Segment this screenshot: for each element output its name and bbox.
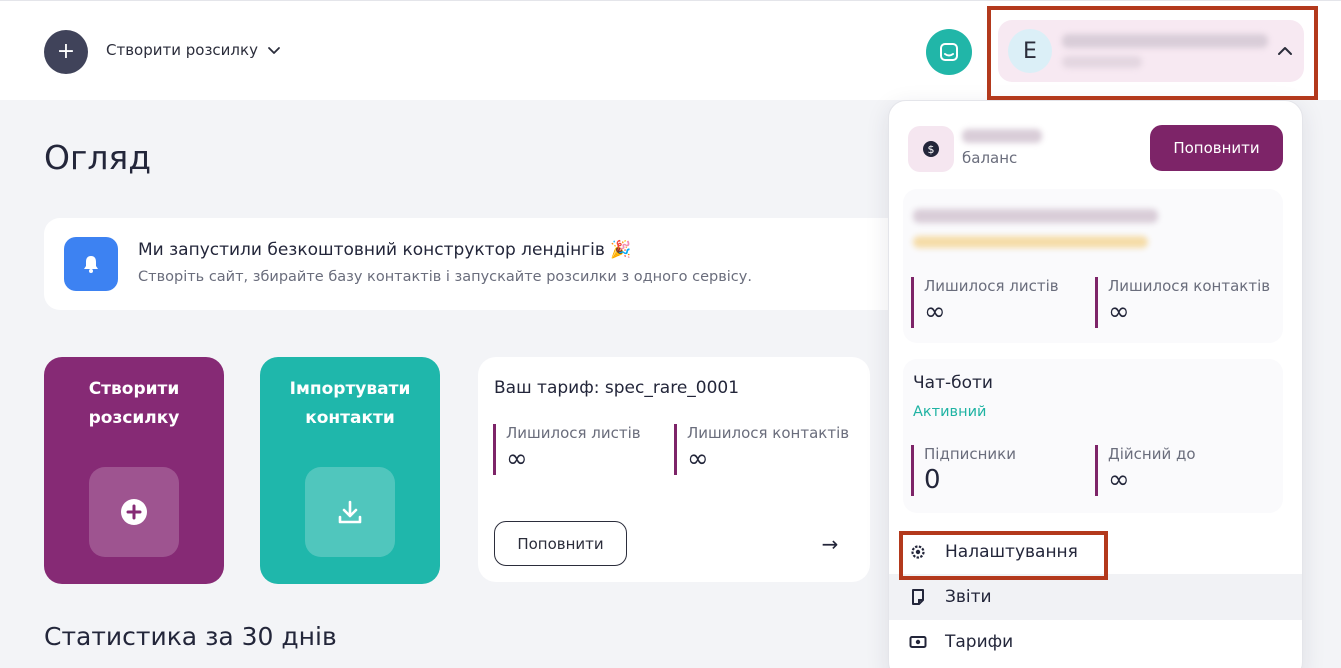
- bell-icon: [64, 237, 118, 291]
- top-bar: + Створити розсилку E: [0, 0, 1341, 100]
- plus-icon: +: [56, 39, 76, 64]
- chevron-up-icon: [1278, 47, 1292, 55]
- create-campaign-label: Створити розсилку: [106, 41, 258, 59]
- stat-label: Дійсний до: [1108, 445, 1196, 463]
- svg-text:$: $: [928, 143, 935, 156]
- plus-circle-icon: [89, 467, 179, 557]
- create-campaign-tile[interactable]: Створити розсилку: [44, 357, 224, 584]
- topup-button[interactable]: Поповнити: [494, 521, 627, 566]
- menu-item-label: Тарифи: [945, 632, 1014, 652]
- create-campaign-button[interactable]: +: [44, 30, 88, 74]
- valid-until-stat: Дійсний до ∞: [1095, 445, 1196, 496]
- plan-name-blurred: [913, 209, 1158, 223]
- tariff-title: Ваш тариф: spec_rare_0001: [494, 378, 740, 398]
- chat-support-icon: [940, 43, 958, 61]
- letters-left-stat: Лишилося листів ∞: [493, 424, 641, 475]
- menu-item-label: Налаштування: [945, 542, 1078, 562]
- support-chat-button[interactable]: [926, 29, 972, 75]
- create-campaign-dropdown[interactable]: Створити розсилку: [106, 41, 282, 59]
- plan-card: Лишилося листів ∞ Лишилося контактів ∞: [903, 189, 1283, 343]
- menu-item-tariffs[interactable]: Тарифи: [889, 619, 1302, 665]
- balance-amount-blurred: [962, 129, 1042, 143]
- stat-value: ∞: [1108, 297, 1130, 327]
- stat-label: Лишилося контактів: [1108, 277, 1271, 295]
- menu-item-settings[interactable]: Налаштування: [889, 529, 1302, 575]
- menu-item-reports[interactable]: Звіти: [889, 574, 1302, 620]
- tile-title: Створити розсилку: [88, 379, 180, 428]
- user-dropdown-menu: $ баланс Поповнити Лишилося листів ∞ Лиш…: [888, 100, 1303, 668]
- topup-balance-button[interactable]: Поповнити: [1150, 125, 1283, 171]
- stat-label: Лишилося листів: [924, 277, 1059, 295]
- tile-title: Імпортувати контакти: [289, 379, 411, 428]
- money-icon: [909, 633, 927, 651]
- stat-label: Лишилося листів: [506, 424, 641, 442]
- chatbots-title: Чат-боти: [913, 373, 993, 393]
- chevron-down-icon: [268, 47, 280, 54]
- landing-builder-banner[interactable]: Ми запустили безкоштовний конструктор ле…: [44, 218, 924, 310]
- balance-label: баланс: [962, 149, 1018, 167]
- stat-label: Підписники: [924, 445, 1016, 463]
- user-id-blurred: [1062, 56, 1142, 68]
- stat-value: ∞: [506, 444, 528, 474]
- stat-value: ∞: [687, 444, 709, 474]
- status-badge: Активний: [913, 404, 987, 420]
- banner-subtitle: Створіть сайт, збирайте базу контактів і…: [138, 269, 752, 285]
- download-icon: [305, 467, 395, 557]
- stats-section-title: Статистика за 30 днів: [44, 622, 337, 651]
- chatbots-card: Чат-боти Активний Підписники 0 Дійсний д…: [903, 359, 1283, 513]
- plan-expiry-blurred: [913, 236, 1148, 248]
- gear-icon: [909, 543, 927, 561]
- dollar-coin-icon: $: [908, 126, 954, 172]
- page-title: Огляд: [44, 138, 152, 177]
- contacts-left-stat: Лишилося контактів ∞: [1095, 277, 1270, 328]
- import-contacts-tile[interactable]: Імпортувати контакти: [260, 357, 440, 584]
- user-menu-button[interactable]: E: [998, 20, 1304, 82]
- arrow-right-icon[interactable]: →: [808, 522, 852, 566]
- contacts-left-stat: Лишилося контактів ∞: [674, 424, 849, 475]
- stat-value: ∞: [924, 297, 946, 327]
- menu-item-label: Звіти: [945, 587, 992, 607]
- user-email-blurred: [1062, 34, 1268, 48]
- tariff-card: Ваш тариф: spec_rare_0001 Лишилося листі…: [478, 357, 870, 582]
- banner-title: Ми запустили безкоштовний конструктор ле…: [138, 240, 632, 260]
- avatar: E: [1008, 29, 1052, 73]
- letters-left-stat: Лишилося листів ∞: [911, 277, 1059, 328]
- stat-value: ∞: [1108, 465, 1130, 495]
- report-icon: [909, 588, 927, 606]
- stat-value: 0: [924, 465, 941, 495]
- subscribers-stat: Підписники 0: [911, 445, 1016, 496]
- stat-label: Лишилося контактів: [687, 424, 850, 442]
